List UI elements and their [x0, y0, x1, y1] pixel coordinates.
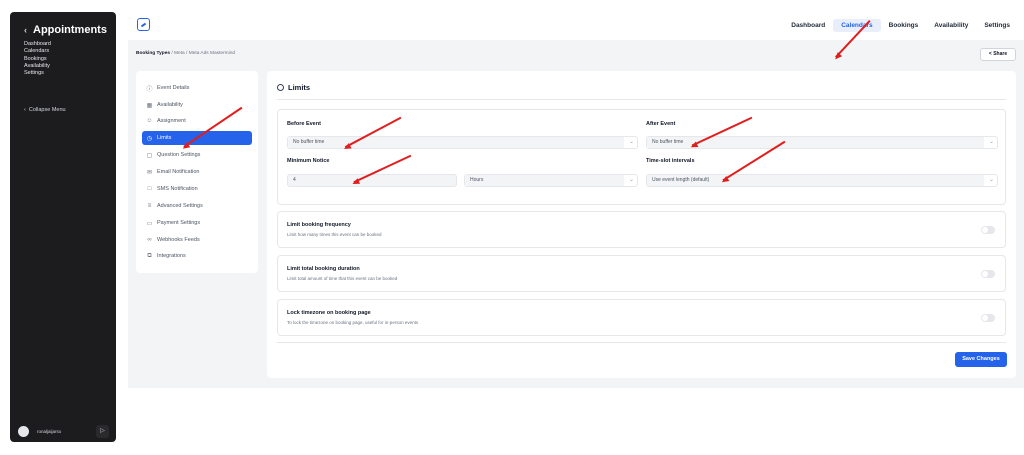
- menu-item-assignment[interactable]: ☺ Assignment: [142, 114, 252, 128]
- panel-title-label: Limits: [288, 83, 311, 92]
- menu-item-sms-notification[interactable]: □ SMS Notification: [142, 182, 252, 196]
- toggle-title: Lock timezone on booking page: [287, 310, 371, 316]
- sidebar-title-label: Appointments: [33, 24, 107, 36]
- sidebar-item-calendars[interactable]: Calendars: [24, 48, 51, 55]
- menu-item-label: Advanced Settings: [157, 203, 203, 209]
- panel-title: Limits: [277, 83, 310, 92]
- limit-duration-row: Limit total booking duration Limit total…: [277, 255, 1006, 292]
- before-event-value: No buffer time: [288, 137, 624, 148]
- tab-settings[interactable]: Settings: [976, 19, 1018, 32]
- slot-intervals-value: Use event length (default): [647, 175, 984, 186]
- tab-dashboard[interactable]: Dashboard: [783, 19, 833, 32]
- collapse-menu-button[interactable]: ‹ Collapse Menu: [24, 107, 66, 113]
- limit-frequency-toggle[interactable]: [981, 226, 995, 234]
- clock-icon: ◷: [146, 135, 153, 142]
- menu-item-label: Availability: [157, 102, 183, 108]
- app-logo-icon[interactable]: [137, 18, 150, 31]
- limit-frequency-row: Limit booking frequency Limit how many t…: [277, 211, 1006, 248]
- chevron-down-icon: ⌄: [988, 139, 994, 145]
- mail-icon: ✉: [146, 169, 153, 176]
- save-changes-button[interactable]: Save Changes: [955, 352, 1007, 367]
- tab-calendars[interactable]: Calendars: [833, 19, 881, 32]
- breadcrumb: Booking Types / Meta / Meta Ads Mastermi…: [136, 51, 235, 56]
- slot-intervals-select[interactable]: Use event length (default) ⌄: [646, 174, 998, 187]
- lock-timezone-row: Lock timezone on booking page To lock th…: [277, 299, 1006, 336]
- layers-icon: ⧉: [147, 252, 152, 259]
- link-icon: ∞: [147, 237, 152, 243]
- tab-bookings[interactable]: Bookings: [881, 19, 927, 32]
- menu-item-label: SMS Notification: [157, 186, 198, 192]
- menu-item-label: Limits: [157, 135, 172, 141]
- menu-item-email-notification[interactable]: ✉ Email Notification: [142, 165, 252, 179]
- chevron-left-icon: ‹: [24, 25, 27, 35]
- toggle-title: Limit total booking duration: [287, 266, 360, 272]
- menu-item-webhooks-feeds[interactable]: ∞ Webhooks Feeds: [142, 233, 252, 247]
- sidebar-title[interactable]: ‹ Appointments: [24, 24, 107, 36]
- notice-unit-select[interactable]: Hours ⌄: [464, 174, 638, 187]
- menu-item-label: Webhooks Feeds: [157, 237, 200, 243]
- info-icon: ⓘ: [146, 86, 153, 93]
- toggle-description: Limit total amount of time that this eve…: [287, 276, 398, 281]
- top-bar: Dashboard Calendars Bookings Availabilit…: [128, 12, 1024, 40]
- avatar: [18, 426, 29, 437]
- question-icon: ▢: [146, 152, 153, 159]
- menu-item-advanced-settings[interactable]: ≡ Advanced Settings: [142, 199, 252, 213]
- breadcrumb-path: / Meta / Meta Ads Mastermind: [170, 51, 236, 56]
- chevron-down-icon: ⌄: [628, 139, 634, 145]
- logout-icon: ▷: [100, 428, 105, 434]
- menu-item-label: Assignment: [157, 118, 186, 124]
- lock-timezone-toggle[interactable]: [981, 314, 995, 322]
- breadcrumb-root[interactable]: Booking Types: [136, 51, 170, 56]
- share-label: Share: [993, 51, 1008, 57]
- limits-panel: Limits Before Event No buffer time ⌄ Aft…: [267, 71, 1016, 378]
- user-profile[interactable]: ronaljaijarso: [18, 426, 61, 437]
- divider: [277, 99, 1006, 100]
- message-icon: □: [147, 186, 152, 192]
- before-event-label: Before Event: [287, 121, 321, 127]
- menu-item-integrations[interactable]: ⧉ Integrations: [142, 249, 252, 263]
- calendar-icon: ▦: [146, 102, 153, 109]
- chevron-down-icon: ⌄: [628, 177, 634, 183]
- clock-icon: [277, 84, 284, 91]
- logout-button[interactable]: ▷: [96, 425, 109, 438]
- sliders-icon: ≡: [147, 203, 152, 209]
- notice-unit-value: Hours: [465, 175, 624, 186]
- top-nav: Dashboard Calendars Bookings Availabilit…: [783, 19, 1018, 32]
- username: ronaljaijarso: [37, 429, 62, 434]
- divider: [277, 342, 1006, 343]
- users-icon: ☺: [146, 118, 153, 124]
- sidebar-item-availability[interactable]: Availability: [24, 63, 51, 70]
- toggle-description: To lock the timezone on booking page, us…: [287, 320, 419, 325]
- limit-duration-toggle[interactable]: [981, 270, 995, 278]
- collapse-menu-label: Collapse Menu: [28, 107, 66, 113]
- chevron-down-icon: ⌄: [988, 177, 994, 183]
- menu-item-question-settings[interactable]: ▢ Question Settings: [142, 148, 252, 162]
- toggle-title: Limit booking frequency: [287, 222, 351, 228]
- sidebar-item-settings[interactable]: Settings: [24, 70, 51, 77]
- toggle-description: Limit how many times this event can be b…: [287, 232, 382, 237]
- menu-item-label: Integrations: [157, 253, 186, 259]
- sidebar-item-dashboard[interactable]: Dashboard: [24, 41, 51, 48]
- app-sidebar: ‹ Appointments Dashboard Calendars Bookin…: [10, 12, 116, 442]
- menu-item-label: Question Settings: [157, 152, 201, 158]
- after-event-label: After Event: [646, 121, 676, 127]
- menu-item-label: Payment Settings: [157, 220, 201, 226]
- sidebar-item-bookings[interactable]: Bookings: [24, 56, 51, 63]
- menu-item-payment-settings[interactable]: ▭ Payment Settings: [142, 216, 252, 230]
- menu-item-label: Email Notification: [157, 169, 200, 175]
- menu-item-event-details[interactable]: ⓘ Event Details: [142, 81, 252, 95]
- menu-item-label: Event Details: [157, 85, 190, 91]
- tab-availability[interactable]: Availability: [926, 19, 976, 32]
- settings-menu: ⓘ Event Details ▦ Availability ☺ Assignment…: [136, 71, 258, 273]
- share-button[interactable]: < Share: [980, 48, 1016, 61]
- slot-intervals-label: Time-slot intervals: [646, 158, 695, 164]
- minimum-notice-input[interactable]: 4: [287, 174, 457, 187]
- before-event-select[interactable]: No buffer time ⌄: [287, 136, 638, 149]
- card-icon: ▭: [146, 220, 153, 227]
- sidebar-nav: Dashboard Calendars Bookings Availabilit…: [24, 41, 51, 77]
- minimum-notice-label: Minimum Notice: [287, 158, 330, 164]
